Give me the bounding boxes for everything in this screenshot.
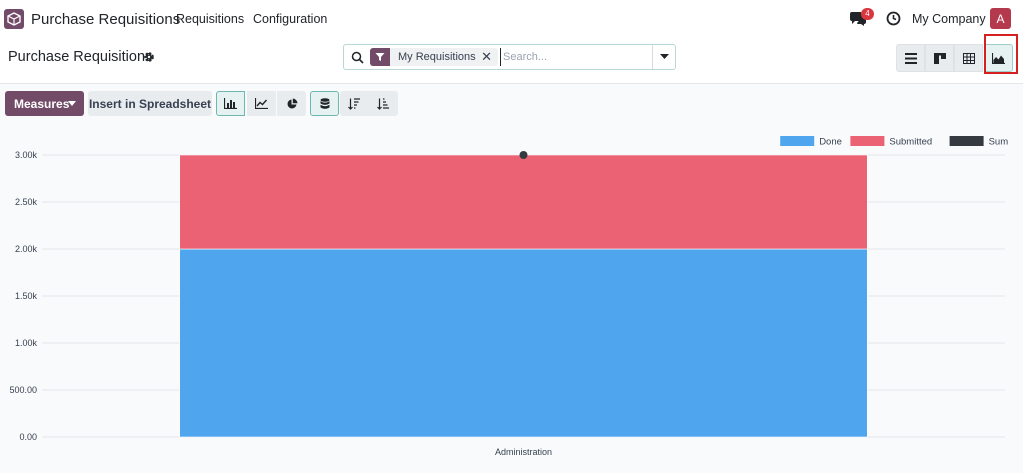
database-stack-icon [320, 97, 329, 109]
caret-down-icon [659, 54, 669, 59]
measures-label: Measures [14, 96, 70, 111]
search-icon[interactable] [351, 51, 364, 64]
kanban-view-button[interactable] [925, 44, 954, 72]
bar-submitted-administration [179, 154, 868, 250]
insert-in-spreadsheet-button[interactable]: Insert in Spreadsheet [88, 91, 212, 116]
pie-chart-button[interactable] [277, 91, 306, 116]
clock-icon[interactable] [886, 11, 901, 26]
pivot-view-icon [962, 52, 975, 64]
sort-descending-button[interactable] [340, 91, 369, 116]
legend-swatch-submitted [850, 136, 885, 146]
legend-swatch-done [780, 136, 815, 146]
graph-chart: 0.00 500.00 1.00k 1.50k 2.00k 2.50k 3.00k Admin… [9, 136, 1009, 457]
y-tick-label: 1.00k [15, 338, 38, 348]
legend-label-submitted: Submitted [889, 137, 932, 148]
sort-ascending-button[interactable] [369, 91, 398, 116]
pie-chart-icon [287, 98, 297, 108]
app-name[interactable]: Purchase Requisitions [31, 11, 180, 28]
list-view-icon [904, 52, 917, 64]
legend-label-sum: Sum [989, 137, 1009, 148]
y-tick-label: 500.00 [9, 385, 37, 395]
list-view-button[interactable] [896, 44, 925, 72]
point-sum-administration [519, 151, 528, 159]
facet-label: My Requisitions [398, 51, 476, 63]
menu-requisitions[interactable]: Requisitions [176, 12, 244, 26]
x-tick-label: Administration [495, 447, 552, 457]
company-switcher[interactable]: My Company [912, 12, 986, 26]
page-title: Purchase Requisitions [8, 49, 153, 65]
line-chart-button[interactable] [247, 91, 276, 116]
sort-descending-icon [348, 97, 360, 110]
y-tick-label: 0.00 [19, 432, 37, 442]
bar-done-administration [179, 248, 868, 438]
annotation-highlight [984, 34, 1018, 74]
stacked-toggle-button[interactable] [310, 91, 339, 116]
search-input[interactable] [500, 48, 650, 66]
y-tick-label: 2.00k [15, 244, 38, 254]
caret-down-icon [68, 101, 76, 106]
y-tick-label: 2.50k [15, 197, 38, 207]
gear-icon[interactable] [143, 51, 155, 63]
line-chart-icon [255, 98, 268, 109]
user-avatar[interactable]: A [990, 8, 1011, 29]
menu-configuration[interactable]: Configuration [253, 12, 327, 26]
bar-chart-button[interactable] [216, 91, 245, 116]
y-tick-label: 1.50k [15, 291, 38, 301]
measures-button[interactable]: Measures [5, 91, 84, 116]
app-icon[interactable] [4, 9, 24, 29]
filter-facet-icon [370, 48, 390, 66]
bar-chart-icon [224, 98, 237, 109]
legend-swatch-sum [949, 136, 984, 146]
legend-label-done: Done [819, 137, 842, 148]
sort-ascending-icon [377, 97, 389, 110]
box-icon [7, 12, 21, 26]
search-facet: My Requisitions ✕ [370, 48, 498, 66]
pivot-view-button[interactable] [954, 44, 983, 72]
kanban-view-icon [933, 52, 946, 64]
message-count-badge: 4 [861, 8, 874, 20]
top-navbar: Purchase Requisitions Requisitions Confi… [0, 0, 1023, 38]
search-bar: My Requisitions ✕ [343, 44, 676, 70]
search-options-toggle[interactable] [652, 45, 675, 69]
remove-facet-icon[interactable]: ✕ [481, 49, 492, 65]
y-tick-label: 3.00k [15, 150, 38, 160]
